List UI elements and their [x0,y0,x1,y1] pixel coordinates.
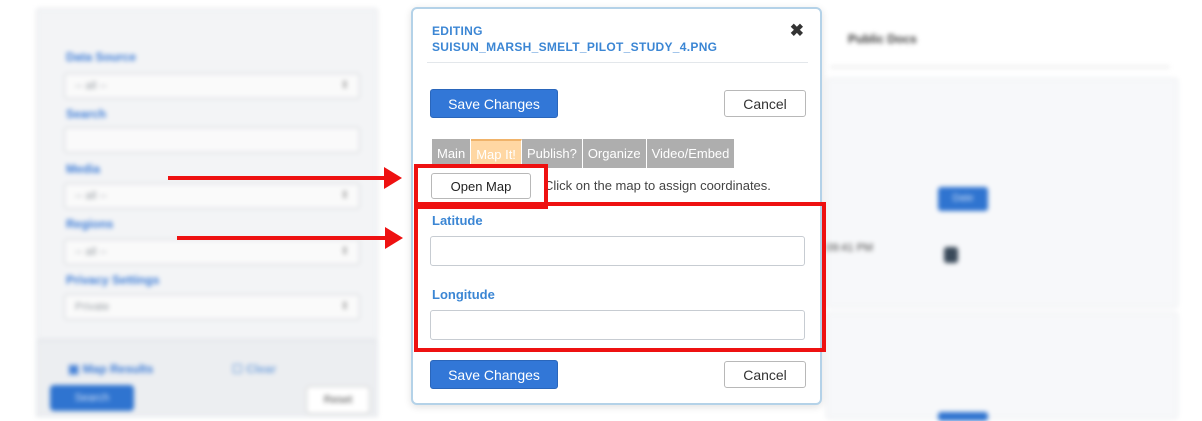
result-card [826,78,1178,308]
tab-organize[interactable]: Organize [582,139,647,168]
modal-title: EDITING SUISUN_MARSH_SMELT_PILOT_STUDY_4… [432,23,717,55]
title-divider [427,62,808,63]
media-label: Media [66,162,101,176]
modal-filename: SUISUN_MARSH_SMELT_PILOT_STUDY_4.PNG [432,40,718,54]
search-button[interactable]: Search [50,385,134,411]
select-caret-icon: ⇕ [340,301,349,312]
clear-link[interactable]: ☐ Clear [232,362,276,376]
coordinates-highlight-box [414,202,826,352]
cancel-button-top[interactable]: Cancel [724,90,806,117]
save-changes-button-bottom[interactable]: Save Changes [430,360,558,389]
cancel-button-bottom[interactable]: Cancel [724,361,806,388]
data-source-label: Data Source [66,50,137,64]
map-results-toggle[interactable]: ▣ Map Results [68,362,153,376]
select-caret-icon: ⇕ [340,190,349,201]
privacy-label: Privacy Settings [66,273,160,287]
regions-label: Regions [66,217,114,231]
select-caret-icon: ⇕ [340,246,349,257]
map-hint-text: Click on the map to assign coordinates. [544,178,771,193]
public-docs-header: Public Docs [848,32,917,46]
arrow-to-open-map-icon [168,167,402,189]
search-input[interactable] [64,127,360,153]
privacy-select[interactable]: Private ⇕ [64,294,360,320]
regions-select[interactable]: -- all -- ⇕ [64,239,360,265]
timestamp-text: 09:41 PM [826,242,874,254]
result-card [826,312,1178,419]
save-changes-button-top[interactable]: Save Changes [430,89,558,118]
arrow-to-latitude-icon [177,227,403,249]
close-icon[interactable]: ✖ [790,21,804,41]
reset-button[interactable]: Reset [306,386,370,414]
media-select[interactable]: -- all -- ⇕ [64,183,360,209]
search-label: Search [66,107,107,121]
select-caret-icon: ⇕ [340,80,349,91]
date-chip[interactable] [938,412,988,421]
tab-video-embed[interactable]: Video/Embed [646,139,736,168]
date-chip[interactable]: Date [938,187,988,211]
modal-title-prefix: EDITING [432,24,483,38]
data-source-select[interactable]: -- all -- ⇕ [64,73,360,99]
lock-icon [944,247,958,263]
